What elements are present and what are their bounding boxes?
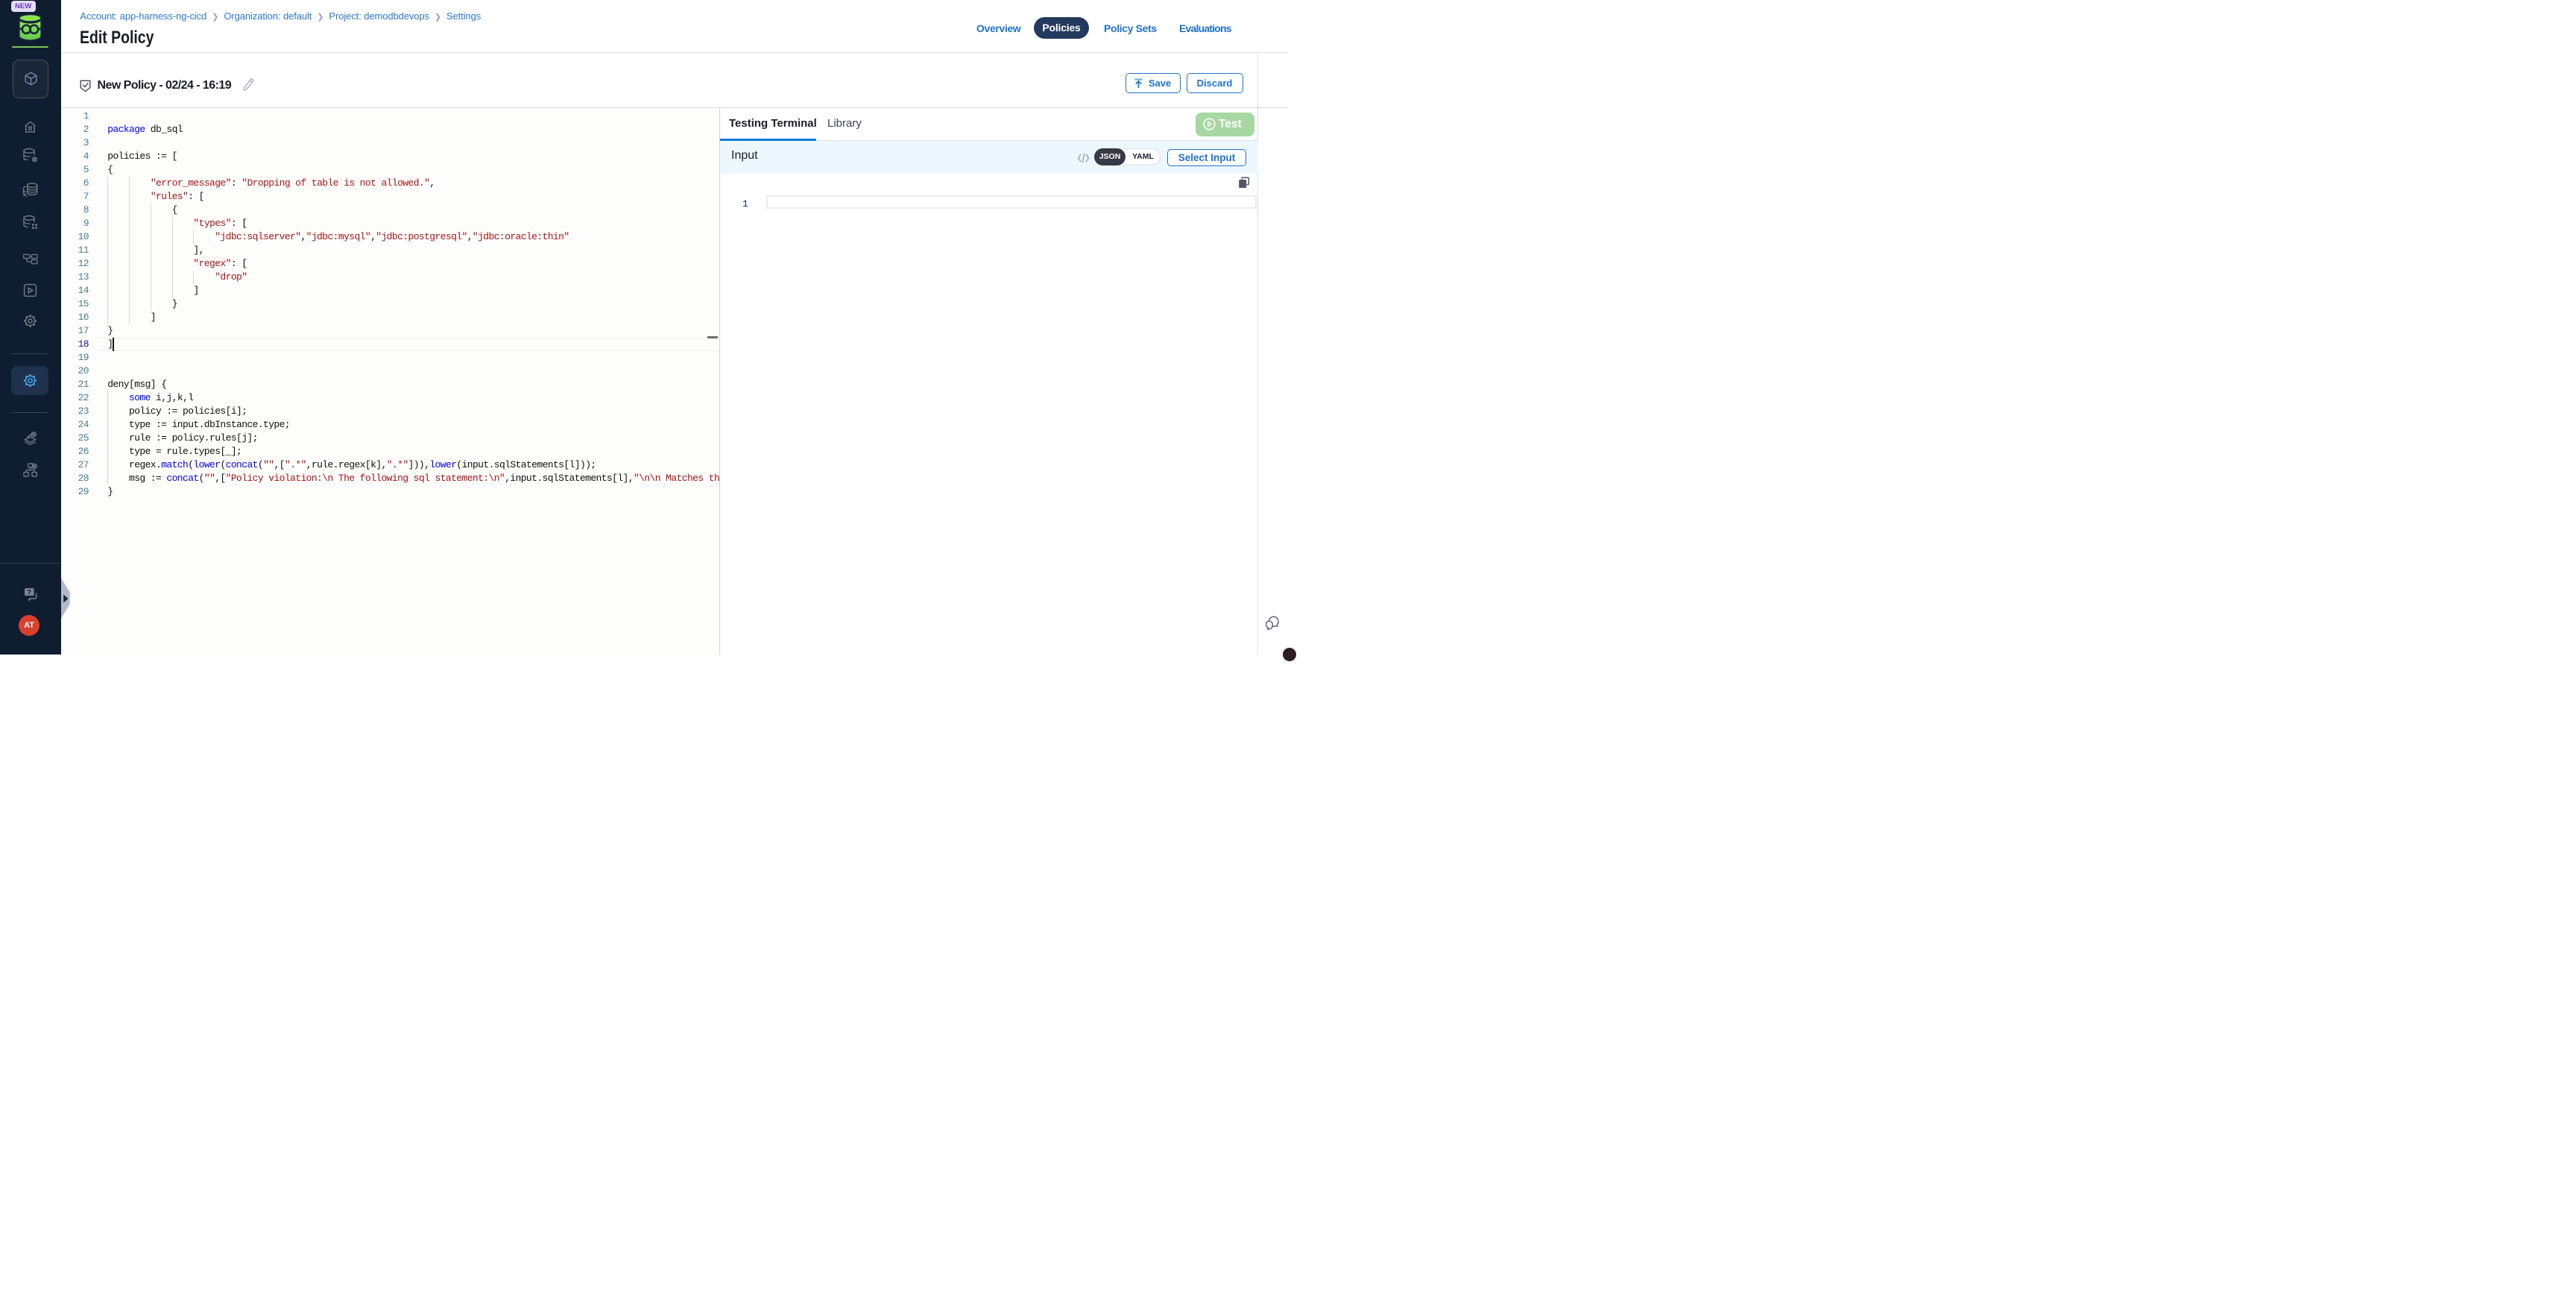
svg-text:?: ? [28, 588, 32, 596]
